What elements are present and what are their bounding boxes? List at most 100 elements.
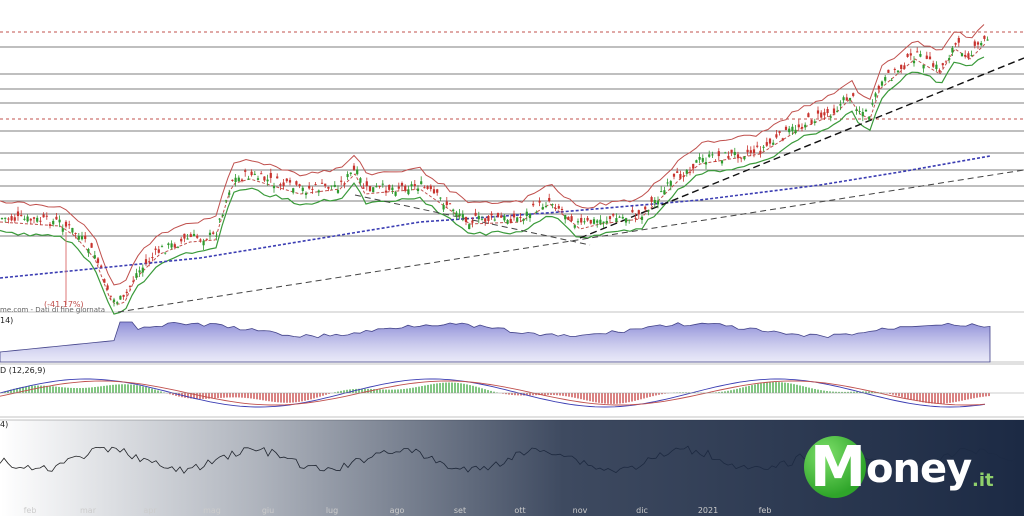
candle-body (762, 146, 765, 148)
candle-body (861, 111, 864, 117)
month-label: lug (326, 506, 338, 515)
candle-body (624, 218, 628, 223)
candle-body (442, 204, 445, 210)
candle-body (52, 220, 55, 225)
candle-body (176, 246, 180, 248)
candle-body (692, 163, 695, 169)
candle-body (730, 149, 733, 153)
candle-body (724, 152, 727, 154)
candle-body (304, 193, 308, 195)
candle-body (874, 93, 877, 97)
candle-body (666, 182, 669, 184)
candle-body (448, 203, 452, 205)
candle-body (740, 157, 743, 159)
candle-body (266, 179, 269, 182)
candle-body (727, 155, 730, 159)
candle-body (144, 259, 148, 264)
candle-body (772, 142, 775, 145)
candle-body (807, 113, 810, 118)
candle-body (596, 220, 599, 223)
candle-body (503, 215, 506, 221)
candle-body (394, 191, 397, 196)
candle-body (548, 197, 551, 202)
candle-body (84, 235, 87, 239)
candle-body (621, 216, 624, 219)
candle-body (903, 65, 906, 69)
candle-body (743, 156, 746, 160)
candle-body (71, 227, 74, 233)
candle-body (938, 70, 941, 73)
candle-body (272, 185, 276, 189)
month-label: set (454, 506, 466, 515)
candle-body (711, 154, 714, 156)
candle-body (7, 218, 10, 220)
candle-body (701, 158, 704, 162)
candle-body (468, 224, 471, 230)
candle-body (592, 219, 596, 224)
candle-body (432, 189, 436, 194)
candle-body (941, 63, 944, 66)
candle-body (612, 214, 615, 216)
candle-body (855, 109, 858, 111)
candle-body (672, 173, 676, 177)
candle-body (746, 149, 749, 153)
candle-body (788, 128, 791, 133)
candle-body (618, 216, 621, 218)
candle-body (100, 265, 103, 268)
month-label: apr (143, 506, 157, 515)
candle-body (679, 174, 682, 179)
candle-body (234, 177, 237, 183)
candle-body (205, 238, 208, 240)
candle-body (48, 224, 52, 226)
month-label: feb (24, 506, 37, 515)
candle-body (314, 184, 317, 186)
macd-label: D (12,26,9) (0, 366, 45, 375)
candle-body (356, 169, 359, 175)
candle-body (132, 280, 135, 282)
candle-body (906, 53, 909, 57)
candle-body (852, 93, 855, 96)
candle-body (960, 53, 964, 57)
candle-body (589, 219, 592, 224)
candle-body (474, 212, 477, 216)
candle-body (247, 178, 250, 180)
candle-body (164, 252, 167, 254)
candle-body (653, 199, 656, 204)
candle-body (836, 110, 839, 112)
candle-body (500, 215, 503, 218)
candle-body (887, 69, 890, 73)
candle-body (650, 197, 653, 202)
candle-body (202, 240, 205, 246)
candle-body (528, 213, 532, 219)
candle-body (455, 212, 458, 217)
candle-body (858, 110, 861, 112)
candle-body (829, 116, 832, 118)
candle-body (820, 112, 823, 118)
candle-body (900, 64, 903, 69)
candle-body (538, 200, 541, 203)
candle-body (397, 186, 400, 189)
candle-body (922, 64, 925, 69)
month-label: ott (514, 506, 525, 515)
candle-body (704, 162, 708, 165)
candle-body (778, 131, 781, 133)
candle-body (340, 180, 343, 182)
candle-body (576, 221, 580, 223)
candle-body (311, 188, 314, 190)
candle-body (471, 220, 474, 223)
candle-body (845, 97, 848, 101)
candle-body (420, 181, 423, 185)
money-it-logo: M oney .it (800, 430, 1010, 510)
candle-body (890, 79, 893, 81)
candle-body (871, 103, 874, 105)
candle-body (260, 173, 263, 175)
candle-body (276, 176, 279, 179)
candle-body (522, 218, 525, 221)
candle-body (167, 243, 170, 246)
candle-body (138, 270, 141, 273)
candle-body (698, 157, 701, 160)
candle-body (663, 190, 666, 195)
candle-body (868, 116, 871, 120)
candle-body (20, 215, 23, 217)
candle-body (964, 54, 967, 57)
